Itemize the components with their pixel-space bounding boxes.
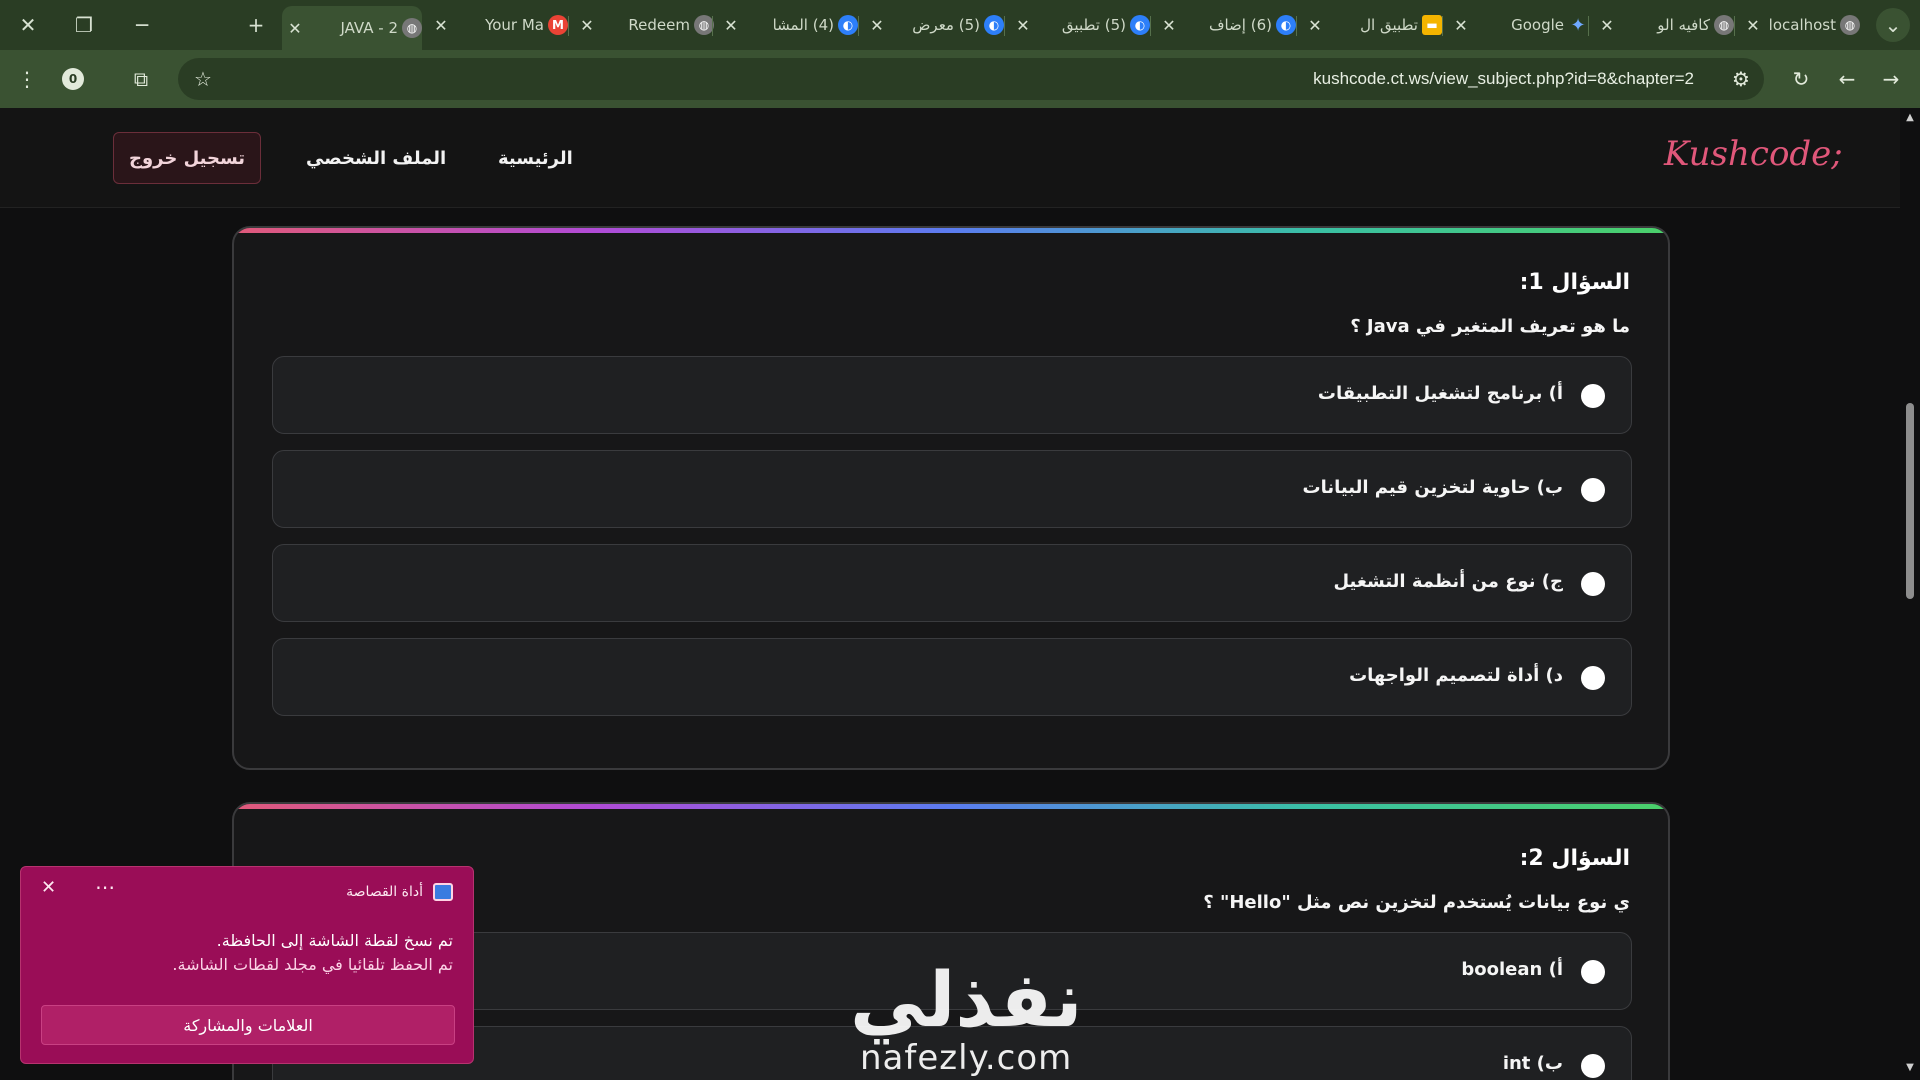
close-window-icon[interactable]: ✕ <box>8 8 48 42</box>
scroll-up-icon[interactable]: ▲ <box>1904 112 1916 124</box>
close-icon[interactable]: ✕ <box>41 877 56 898</box>
question-text: ما هو تعريف المتغير في Java ؟ <box>1350 316 1630 337</box>
app-icon: ◐ <box>1130 15 1150 35</box>
radio-button[interactable] <box>1581 666 1605 690</box>
tab-app-6[interactable]: ✕ (6) إضاف ◐ <box>1156 8 1296 42</box>
radio-button[interactable] <box>1581 572 1605 596</box>
card-gradient-bar <box>234 804 1668 809</box>
tab-close-icon[interactable]: ✕ <box>1740 16 1766 35</box>
site-logo[interactable]: Kushcode; <box>1664 134 1843 174</box>
markup-and-share-button[interactable]: العلامات والمشاركة <box>41 1005 455 1045</box>
tab-app-5b[interactable]: ✕ (5) تطبيق ◐ <box>1010 8 1150 42</box>
tab-close-icon[interactable]: ✕ <box>1448 16 1474 35</box>
gmail-icon: M <box>548 15 568 35</box>
question-title: السؤال 1: <box>1519 270 1630 295</box>
scroll-down-icon[interactable]: ▼ <box>1904 1062 1916 1074</box>
page-scrollbar[interactable]: ▲ ▼ <box>1900 108 1920 1080</box>
globe-icon: ◍ <box>402 18 422 38</box>
tab-gmail[interactable]: ✕ Your Ma M <box>428 8 568 42</box>
extensions-puzzle-icon[interactable]: ⧉ <box>124 62 158 96</box>
menu-kebab-icon[interactable]: ⋮ <box>10 62 44 96</box>
nav-home-link[interactable]: الرئيسية <box>498 148 573 169</box>
address-bar[interactable]: ☆ kushcode.ct.ws/view_subject.php?id=8&c… <box>178 58 1764 100</box>
tab-redeem[interactable]: ✕ Redeem ◍ <box>574 8 714 42</box>
reload-icon[interactable]: ↻ <box>1784 62 1818 96</box>
question-title: السؤال 2: <box>1519 846 1630 871</box>
tab-localhost[interactable]: ✕ localhost ◍ <box>1740 8 1860 42</box>
answer-option-b[interactable]: ب) حاوية لتخزين قيم البيانات <box>272 450 1632 528</box>
watermark-arabic: نفذلي <box>850 955 1083 1044</box>
tab-close-icon[interactable]: ✕ <box>1302 16 1328 35</box>
more-options-icon[interactable]: ⋯ <box>95 875 115 899</box>
radio-button[interactable] <box>1581 384 1605 408</box>
tab-close-icon[interactable]: ✕ <box>1594 16 1620 35</box>
nav-profile-link[interactable]: الملف الشخصي <box>306 148 446 169</box>
radio-button[interactable] <box>1581 960 1605 984</box>
forward-arrow-icon[interactable]: → <box>1874 62 1908 96</box>
globe-icon: ◍ <box>1840 15 1860 35</box>
logout-button[interactable]: تسجيل خروج <box>113 132 261 184</box>
answer-option-c[interactable]: ج) نوع من أنظمة التشغيل <box>272 544 1632 622</box>
tab-close-icon[interactable]: ✕ <box>718 16 744 35</box>
radio-button[interactable] <box>1581 1054 1605 1078</box>
new-tab-icon[interactable]: + <box>236 8 276 42</box>
snipping-tool-notification: أداة القصاصة ⋯ ✕ تم نسخ لقطة الشاشة إلى … <box>20 866 474 1064</box>
question-card-1: السؤال 1: ما هو تعريف المتغير في Java ؟ … <box>232 226 1670 770</box>
tab-close-icon[interactable]: ✕ <box>428 16 454 35</box>
tab-java[interactable]: ✕ JAVA - 2 ◍ <box>282 6 422 50</box>
watermark-latin: nafezly.com <box>860 1038 1073 1078</box>
app-icon: ◐ <box>1276 15 1296 35</box>
globe-icon: ◍ <box>694 15 714 35</box>
app-icon: ◐ <box>984 15 1004 35</box>
slides-icon: ▬ <box>1422 15 1442 35</box>
notification-message-1: تم نسخ لقطة الشاشة إلى الحافظة. <box>216 931 453 950</box>
tab-close-icon[interactable]: ✕ <box>282 19 308 38</box>
tab-close-icon[interactable]: ✕ <box>574 16 600 35</box>
notification-app-name: أداة القصاصة <box>346 884 423 900</box>
tab-close-icon[interactable]: ✕ <box>1010 16 1036 35</box>
question-text: ي نوع بيانات يُستخدم لتخزين نص مثل "Hell… <box>1203 892 1630 913</box>
restore-window-icon[interactable]: ❐ <box>64 8 104 42</box>
answer-option-d[interactable]: د) أداة لتصميم الواجهات <box>272 638 1632 716</box>
notification-message-2: تم الحفظ تلقائيا في مجلد لقطات الشاشة. <box>172 955 453 974</box>
extension-badge[interactable]: 0 <box>56 62 90 96</box>
tab-close-icon[interactable]: ✕ <box>864 16 890 35</box>
radio-button[interactable] <box>1581 478 1605 502</box>
snipping-tool-icon <box>433 883 453 901</box>
back-arrow-icon[interactable]: ← <box>1830 62 1864 96</box>
tab-close-icon[interactable]: ✕ <box>1156 16 1182 35</box>
answer-option-a[interactable]: أ) برنامج لتشغيل التطبيقات <box>272 356 1632 434</box>
browser-toolbar: ⋮ 0 ⧉ ☆ kushcode.ct.ws/view_subject.php?… <box>0 50 1920 108</box>
tab-cafe[interactable]: ✕ كافيه الو ◍ <box>1594 8 1734 42</box>
site-navbar: Kushcode; الرئيسية الملف الشخصي تسجيل خر… <box>0 108 1900 208</box>
gemini-icon: ✦ <box>1570 14 1586 36</box>
tab-search-chevron-icon[interactable]: ⌄ <box>1876 8 1910 42</box>
app-icon: ◐ <box>838 15 858 35</box>
tab-app-5a[interactable]: ✕ (5) معرض ◐ <box>864 8 1004 42</box>
url-text[interactable]: kushcode.ct.ws/view_subject.php?id=8&cha… <box>1313 69 1694 89</box>
globe-icon: ◍ <box>1714 15 1734 35</box>
site-settings-icon[interactable]: ⚙ <box>1726 62 1756 96</box>
tab-google[interactable]: ✕ Google ✦ <box>1448 8 1588 42</box>
browser-tab-strip: ✕ ❐ ─ + ✕ JAVA - 2 ◍ ✕ Your Ma M ✕ Redee… <box>0 0 1920 50</box>
scroll-thumb[interactable] <box>1906 403 1914 599</box>
card-gradient-bar <box>234 228 1668 233</box>
bookmark-star-icon[interactable]: ☆ <box>186 62 220 96</box>
minimize-window-icon[interactable]: ─ <box>122 8 162 42</box>
tab-app-4[interactable]: ✕ (4) المشا ◐ <box>718 8 858 42</box>
tab-slides[interactable]: ✕ تطبيق ال ▬ <box>1302 8 1442 42</box>
